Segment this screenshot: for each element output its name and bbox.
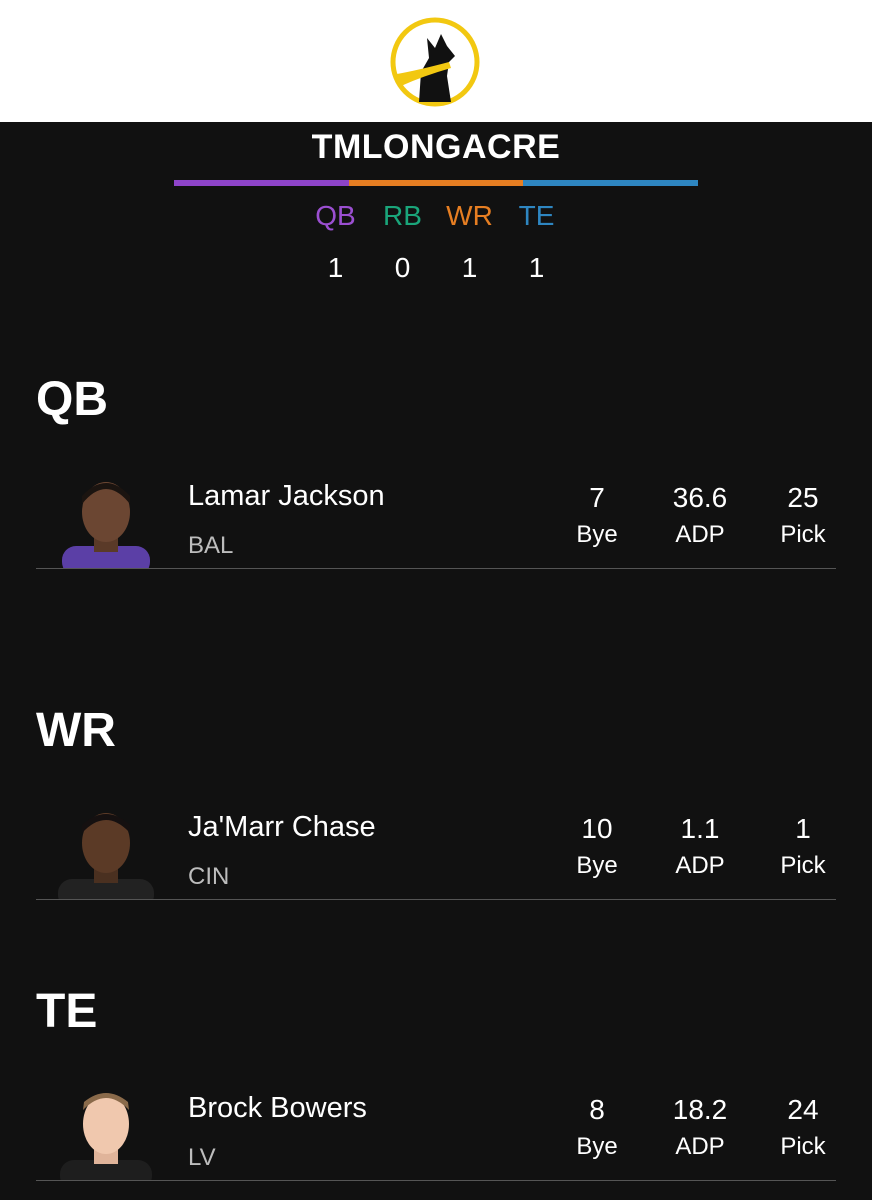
position-count-value: 1 bbox=[327, 252, 344, 283]
bye-label: Bye bbox=[576, 1133, 618, 1160]
player-row[interactable]: Ja'Marr Chase CIN 10 Bye 1.1 ADP 1 Pick bbox=[36, 799, 836, 900]
team-name: TMLONGACRE bbox=[311, 128, 561, 166]
bye-stat: 7 Bye bbox=[552, 480, 642, 550]
player-team: CIN bbox=[188, 863, 230, 890]
pick-label: Pick bbox=[780, 521, 826, 548]
pick-stat: 24 Pick bbox=[758, 1092, 848, 1162]
bye-stat: 10 Bye bbox=[552, 811, 642, 881]
position-counts: QB 1 RB 0 WR 1 TE 1 bbox=[302, 198, 570, 286]
pick-stat: 1 Pick bbox=[758, 811, 848, 881]
adp-value: 18.2 bbox=[672, 1094, 728, 1125]
pick-label: Pick bbox=[780, 1133, 826, 1160]
adp-value: 1.1 bbox=[680, 813, 720, 844]
player-name: Brock Bowers bbox=[188, 1092, 367, 1124]
adp-label: ADP bbox=[675, 852, 725, 879]
position-color-bar bbox=[174, 180, 699, 186]
bar-segment-wr bbox=[348, 180, 524, 186]
position-count-qb: QB 1 bbox=[302, 198, 369, 286]
pick-value: 1 bbox=[795, 813, 811, 844]
player-row[interactable]: Brock Bowers LV 8 Bye 18.2 ADP 24 Pick bbox=[36, 1080, 836, 1181]
position-label: RB bbox=[383, 200, 422, 231]
bye-label: Bye bbox=[576, 852, 618, 879]
adp-label: ADP bbox=[675, 521, 725, 548]
player-photo bbox=[60, 1093, 152, 1180]
player-team: LV bbox=[188, 1144, 216, 1171]
bye-value: 8 bbox=[589, 1094, 605, 1125]
bye-value: 10 bbox=[581, 813, 613, 844]
position-count-rb: RB 0 bbox=[369, 198, 436, 286]
pick-value: 24 bbox=[787, 1094, 819, 1125]
bar-segment-te bbox=[523, 180, 699, 186]
section-title-te: TE bbox=[36, 985, 98, 1038]
dog-logo-icon[interactable] bbox=[389, 16, 481, 108]
player-name: Ja'Marr Chase bbox=[188, 811, 376, 843]
bye-value: 7 bbox=[589, 482, 605, 513]
section-title-wr: WR bbox=[36, 704, 116, 757]
bye-label: Bye bbox=[576, 521, 618, 548]
position-count-wr: WR 1 bbox=[436, 198, 503, 286]
section-title-qb: QB bbox=[36, 373, 108, 426]
position-label: QB bbox=[315, 200, 356, 231]
position-label: TE bbox=[518, 200, 555, 231]
adp-label: ADP bbox=[675, 1133, 725, 1160]
pick-value: 25 bbox=[787, 482, 819, 513]
position-count-value: 1 bbox=[461, 252, 478, 283]
pick-label: Pick bbox=[780, 852, 826, 879]
player-row[interactable]: Lamar Jackson BAL 7 Bye 36.6 ADP 25 Pick bbox=[36, 468, 836, 569]
player-photo bbox=[58, 813, 154, 899]
position-count-value: 0 bbox=[394, 252, 411, 283]
position-count-te: TE 1 bbox=[503, 198, 570, 286]
player-photo bbox=[62, 482, 150, 568]
bar-segment-qb bbox=[174, 180, 349, 186]
player-name: Lamar Jackson bbox=[188, 480, 385, 512]
player-team: BAL bbox=[188, 532, 234, 559]
adp-stat: 18.2 ADP bbox=[655, 1092, 745, 1162]
position-count-value: 1 bbox=[528, 252, 545, 283]
pick-stat: 25 Pick bbox=[758, 480, 848, 550]
adp-value: 36.6 bbox=[672, 482, 728, 513]
adp-stat: 36.6 ADP bbox=[655, 480, 745, 550]
top-bar bbox=[0, 0, 872, 122]
position-label: WR bbox=[446, 200, 493, 231]
adp-stat: 1.1 ADP bbox=[655, 811, 745, 881]
bye-stat: 8 Bye bbox=[552, 1092, 642, 1162]
